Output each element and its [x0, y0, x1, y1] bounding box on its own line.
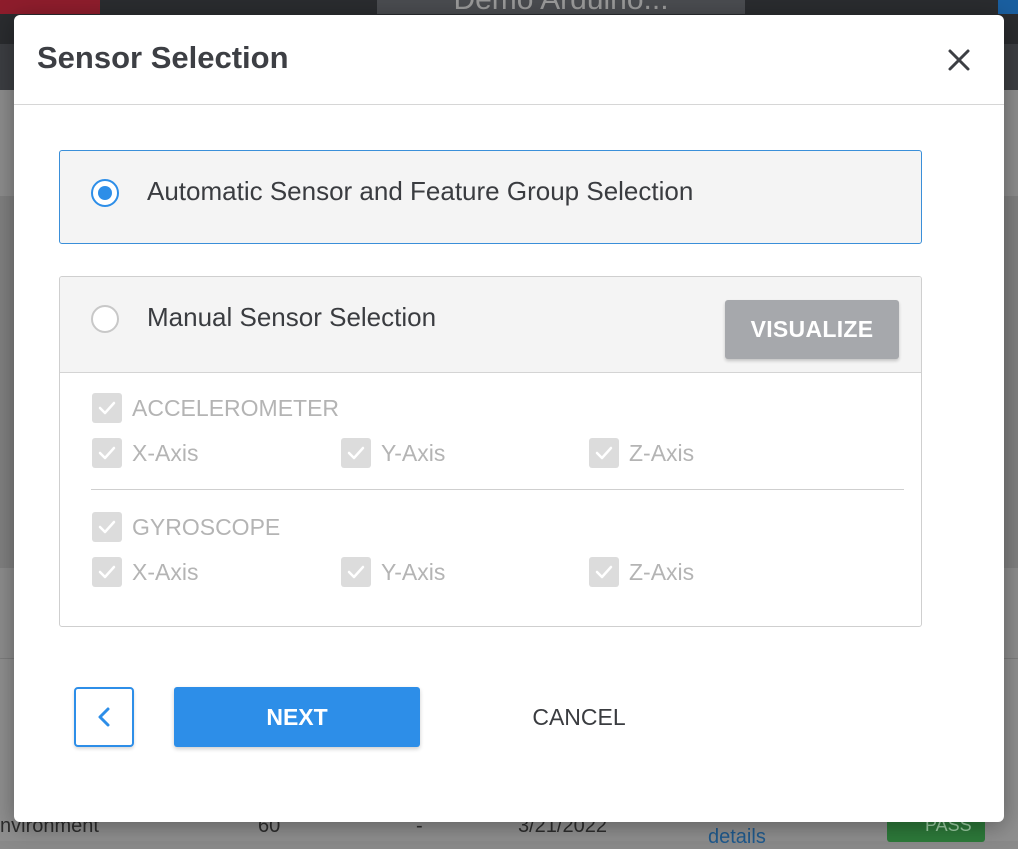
gyroscope-x-axis-checkbox[interactable]	[92, 557, 122, 587]
close-button[interactable]	[944, 45, 974, 75]
dialog-title: Sensor Selection	[37, 40, 289, 75]
checkmark-icon	[595, 446, 613, 460]
checkmark-icon	[347, 565, 365, 579]
accelerometer-y-axis-checkbox[interactable]	[341, 438, 371, 468]
checkmark-icon	[98, 520, 116, 534]
close-icon	[948, 49, 970, 71]
sensor-group-divider	[91, 489, 904, 490]
checkmark-icon	[98, 565, 116, 579]
sensor-selection-dialog: Sensor Selection Automatic Sensor and Fe…	[14, 15, 1004, 822]
accelerometer-x-axis-label: X-Axis	[132, 440, 199, 466]
app-row-details-link: details	[708, 826, 766, 848]
app-project-title: Demo Arduino...	[377, 0, 745, 14]
checkmark-icon	[98, 446, 116, 460]
automatic-selection-label: Automatic Sensor and Feature Group Selec…	[147, 176, 694, 206]
back-button[interactable]	[74, 687, 134, 747]
automatic-selection-option[interactable]: Automatic Sensor and Feature Group Selec…	[59, 150, 922, 244]
cancel-button[interactable]: CANCEL	[514, 687, 644, 747]
app-top-tab-red	[0, 0, 100, 14]
dialog-header: Sensor Selection	[14, 15, 1004, 105]
checkmark-icon	[595, 565, 613, 579]
gyroscope-y-axis-checkbox[interactable]	[341, 557, 371, 587]
visualize-button[interactable]: VISUALIZE	[725, 300, 899, 359]
accelerometer-label: ACCELEROMETER	[132, 395, 340, 421]
gyroscope-z-axis-label: Z-Axis	[629, 559, 695, 585]
manual-selection-header[interactable]: Manual Sensor Selection VISUALIZE	[60, 277, 921, 373]
accelerometer-z-axis-checkbox[interactable]	[589, 438, 619, 468]
automatic-selection-radio[interactable]	[91, 179, 119, 207]
accelerometer-checkbox[interactable]	[92, 393, 122, 423]
gyroscope-checkbox[interactable]	[92, 512, 122, 542]
gyroscope-x-axis-label: X-Axis	[132, 559, 199, 585]
accelerometer-z-axis-label: Z-Axis	[629, 440, 695, 466]
manual-selection-radio[interactable]	[91, 305, 119, 333]
chevron-left-icon	[98, 707, 110, 727]
next-button[interactable]: NEXT	[174, 687, 420, 747]
manual-selection-option: Manual Sensor Selection VISUALIZE ACCELE…	[59, 276, 922, 627]
manual-selection-label: Manual Sensor Selection	[147, 302, 437, 332]
accelerometer-y-axis-label: Y-Axis	[381, 440, 446, 466]
app-project-title-text: Demo Arduino...	[453, 0, 668, 14]
checkmark-icon	[347, 446, 365, 460]
gyroscope-z-axis-checkbox[interactable]	[589, 557, 619, 587]
accelerometer-x-axis-checkbox[interactable]	[92, 438, 122, 468]
checkmark-icon	[98, 401, 116, 415]
gyroscope-label: GYROSCOPE	[132, 514, 281, 540]
gyroscope-y-axis-label: Y-Axis	[381, 559, 446, 585]
app-top-tab-blue	[998, 0, 1018, 14]
